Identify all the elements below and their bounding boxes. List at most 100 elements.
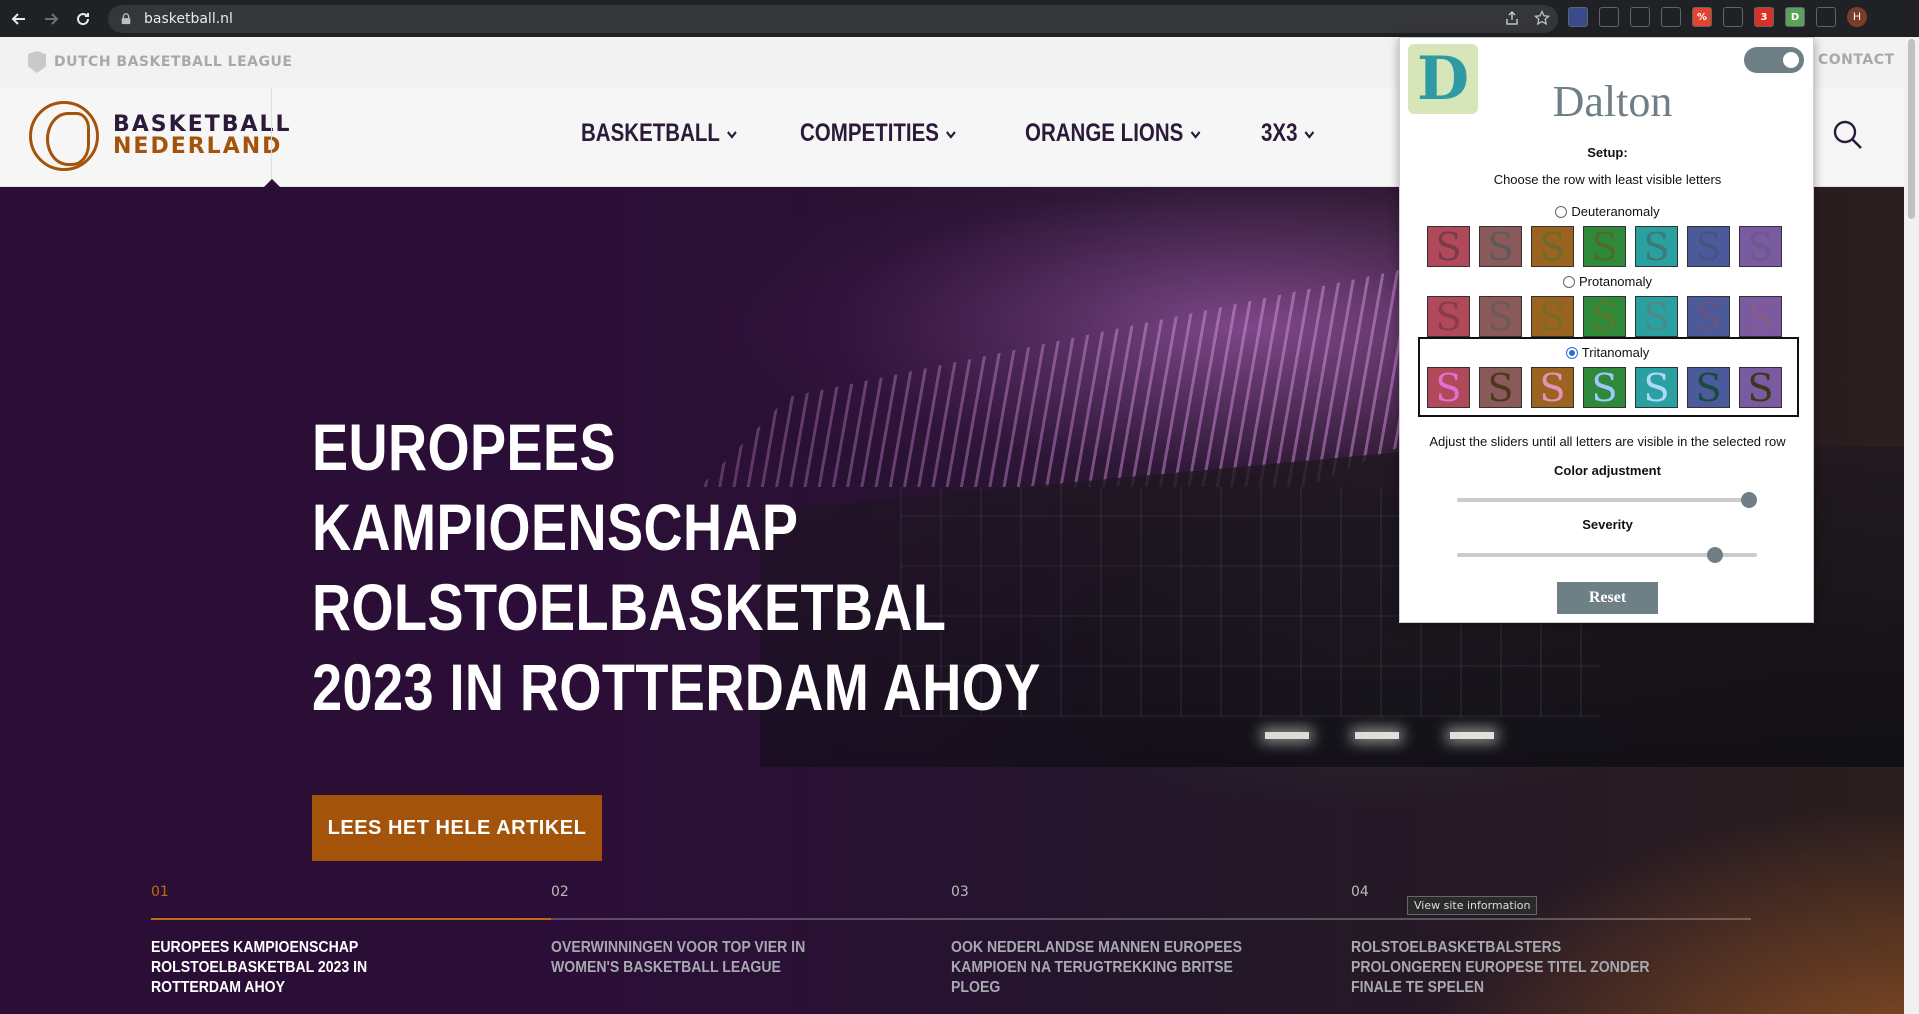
v-extension-icon[interactable]: [1661, 7, 1681, 27]
test-swatch: S: [1427, 296, 1470, 337]
headline-line: EUROPEES: [312, 410, 617, 484]
image-extension-icon[interactable]: [1630, 7, 1650, 27]
nav-competities[interactable]: COMPETITIES: [800, 119, 957, 148]
test-swatch: S: [1583, 296, 1626, 337]
slide-item[interactable]: 04 ROLSTOELBASKETBALSTERS PROLONGEREN EU…: [1351, 884, 1681, 998]
slide-title: OOK NEDERLANDSE MANNEN EUROPEES KAMPIOEN…: [951, 939, 1243, 996]
slide-item[interactable]: 02 OVERWINNINGEN VOOR TOP VIER IN WOMEN'…: [551, 884, 881, 978]
slide-item[interactable]: 01 EUROPEES KAMPIOENSCHAP ROLSTOELBASKET…: [151, 884, 481, 998]
color-adjustment-knob[interactable]: [1741, 492, 1757, 508]
slide-number: 01: [151, 884, 169, 900]
chevron-down-icon: [1304, 130, 1315, 139]
back-icon[interactable]: [6, 6, 32, 32]
logo-line1: BASKETBALL: [113, 112, 292, 137]
deuteranomaly-label: Deuteranomaly: [1571, 204, 1660, 219]
tritanomaly-swatches: SSSSSSS: [1427, 367, 1782, 408]
chevron-down-icon: [1190, 130, 1201, 139]
slide-number: 02: [551, 884, 569, 900]
hero-headline[interactable]: EUROPEES KAMPIOENSCHAP ROLSTOELBASKETBAL…: [312, 407, 1050, 727]
bookmark-star-icon[interactable]: [1533, 9, 1551, 31]
test-swatch: S: [1739, 226, 1782, 267]
dalton-title: Dalton: [1552, 77, 1673, 126]
row-protanomaly[interactable]: Protanomaly: [1400, 274, 1815, 289]
active-nav-indicator: [264, 179, 280, 187]
slide-title: OVERWINNINGEN VOOR TOP VIER IN WOMEN'S B…: [551, 939, 806, 976]
chevron-down-icon: [946, 130, 957, 139]
test-swatch: S: [1531, 367, 1574, 408]
color-adjustment-label: Color adjustment: [1554, 463, 1661, 478]
protanomaly-label: Protanomaly: [1579, 274, 1652, 289]
extensions-bar: % 3 D H: [1568, 7, 1867, 27]
profile-avatar[interactable]: H: [1847, 7, 1867, 27]
slide-item[interactable]: 03 OOK NEDERLANDSE MANNEN EUROPEES KAMPI…: [951, 884, 1281, 998]
nav-3x3[interactable]: 3X3: [1261, 119, 1316, 148]
browser-toolbar: basketball.nl % 3 D H: [0, 0, 1919, 37]
protanomaly-swatches: SSSSSSS: [1427, 296, 1782, 337]
share-icon[interactable]: [1504, 10, 1520, 31]
adblock-extension-icon[interactable]: 3: [1754, 7, 1774, 27]
color-adjustment-slider[interactable]: [1457, 492, 1757, 508]
severity-knob[interactable]: [1706, 547, 1723, 563]
severity-label: Severity: [1582, 517, 1633, 532]
logo-line2: NEDERLAND: [113, 134, 283, 159]
tritanomaly-radio[interactable]: [1565, 346, 1578, 359]
test-swatch: S: [1739, 296, 1782, 337]
test-swatch: S: [1479, 226, 1522, 267]
test-swatch: S: [1635, 296, 1678, 337]
headline-line: ROLSTOELBASKETBAL: [312, 570, 947, 644]
row-tritanomaly[interactable]: Tritanomaly: [1400, 345, 1815, 360]
screen: basketball.nl % 3 D H DUTCH BASKETBALL LEAG…: [0, 0, 1919, 1014]
search-icon[interactable]: [1832, 119, 1864, 151]
bars-extension-icon[interactable]: [1599, 7, 1619, 27]
puzzle-extension-icon[interactable]: [1816, 7, 1836, 27]
read-article-button[interactable]: LEES HET HELE ARTIKEL: [312, 795, 602, 861]
nav-3x3-label: 3X3: [1261, 119, 1298, 147]
test-swatch: S: [1687, 226, 1730, 267]
nav-orange-lions[interactable]: ORANGE LIONS: [1025, 119, 1201, 148]
forward-icon[interactable]: [38, 6, 64, 32]
scrollbar-thumb[interactable]: [1908, 39, 1915, 219]
test-swatch: S: [1739, 367, 1782, 408]
test-swatch: S: [1427, 226, 1470, 267]
setup-heading: Setup:: [1587, 145, 1628, 160]
adjust-instruction: Adjust the sliders until all letters are…: [1429, 434, 1786, 449]
pen-extension-icon[interactable]: [1568, 7, 1588, 27]
nav-competities-label: COMPETITIES: [800, 119, 939, 147]
reset-button[interactable]: Reset: [1557, 582, 1658, 614]
nav-basketball[interactable]: BASKETBALL: [581, 119, 738, 148]
test-swatch: S: [1687, 367, 1730, 408]
test-swatch: S: [1479, 367, 1522, 408]
test-swatch: S: [1427, 367, 1470, 408]
address-bar[interactable]: basketball.nl: [108, 5, 1558, 33]
tritanomaly-label: Tritanomaly: [1581, 345, 1650, 360]
test-swatch: S: [1583, 367, 1626, 408]
page-scrollbar[interactable]: [1904, 37, 1919, 1014]
lock-icon[interactable]: [120, 12, 134, 26]
contact-link[interactable]: CONTACT: [1818, 52, 1895, 68]
test-swatch: S: [1635, 367, 1678, 408]
league-label: DUTCH BASKETBALL LEAGUE: [54, 54, 293, 70]
todoist-extension-icon[interactable]: %: [1692, 7, 1712, 27]
severity-slider[interactable]: [1457, 547, 1757, 563]
headline-line: 2023 IN ROTTERDAM AHOY: [312, 650, 1041, 724]
chevron-down-icon: [727, 130, 738, 139]
camera-extension-icon[interactable]: [1723, 7, 1743, 27]
slide-number: 04: [1351, 884, 1369, 900]
test-swatch: S: [1531, 226, 1574, 267]
site-logo[interactable]: BASKETBALL NEDERLAND: [29, 101, 292, 171]
test-swatch: S: [1531, 296, 1574, 337]
reload-icon[interactable]: [70, 6, 96, 32]
test-swatch: S: [1687, 296, 1730, 337]
protanomaly-radio[interactable]: [1563, 275, 1575, 288]
deuteranomaly-swatches: SSSSSSS: [1427, 226, 1782, 267]
slide-title: ROLSTOELBASKETBALSTERS PROLONGEREN EUROP…: [1351, 939, 1650, 996]
row-deuteranomaly[interactable]: Deuteranomaly: [1400, 204, 1815, 219]
url-text[interactable]: basketball.nl: [144, 11, 233, 27]
dalton-enable-toggle[interactable]: [1744, 47, 1804, 73]
dalton-extension-icon[interactable]: D: [1785, 7, 1805, 27]
headline-line: KAMPIOENSCHAP: [312, 490, 799, 564]
slide-number: 03: [951, 884, 969, 900]
nav-orange-lions-label: ORANGE LIONS: [1025, 119, 1184, 147]
deuteranomaly-radio[interactable]: [1555, 205, 1568, 218]
league-link[interactable]: DUTCH BASKETBALL LEAGUE: [28, 51, 292, 73]
